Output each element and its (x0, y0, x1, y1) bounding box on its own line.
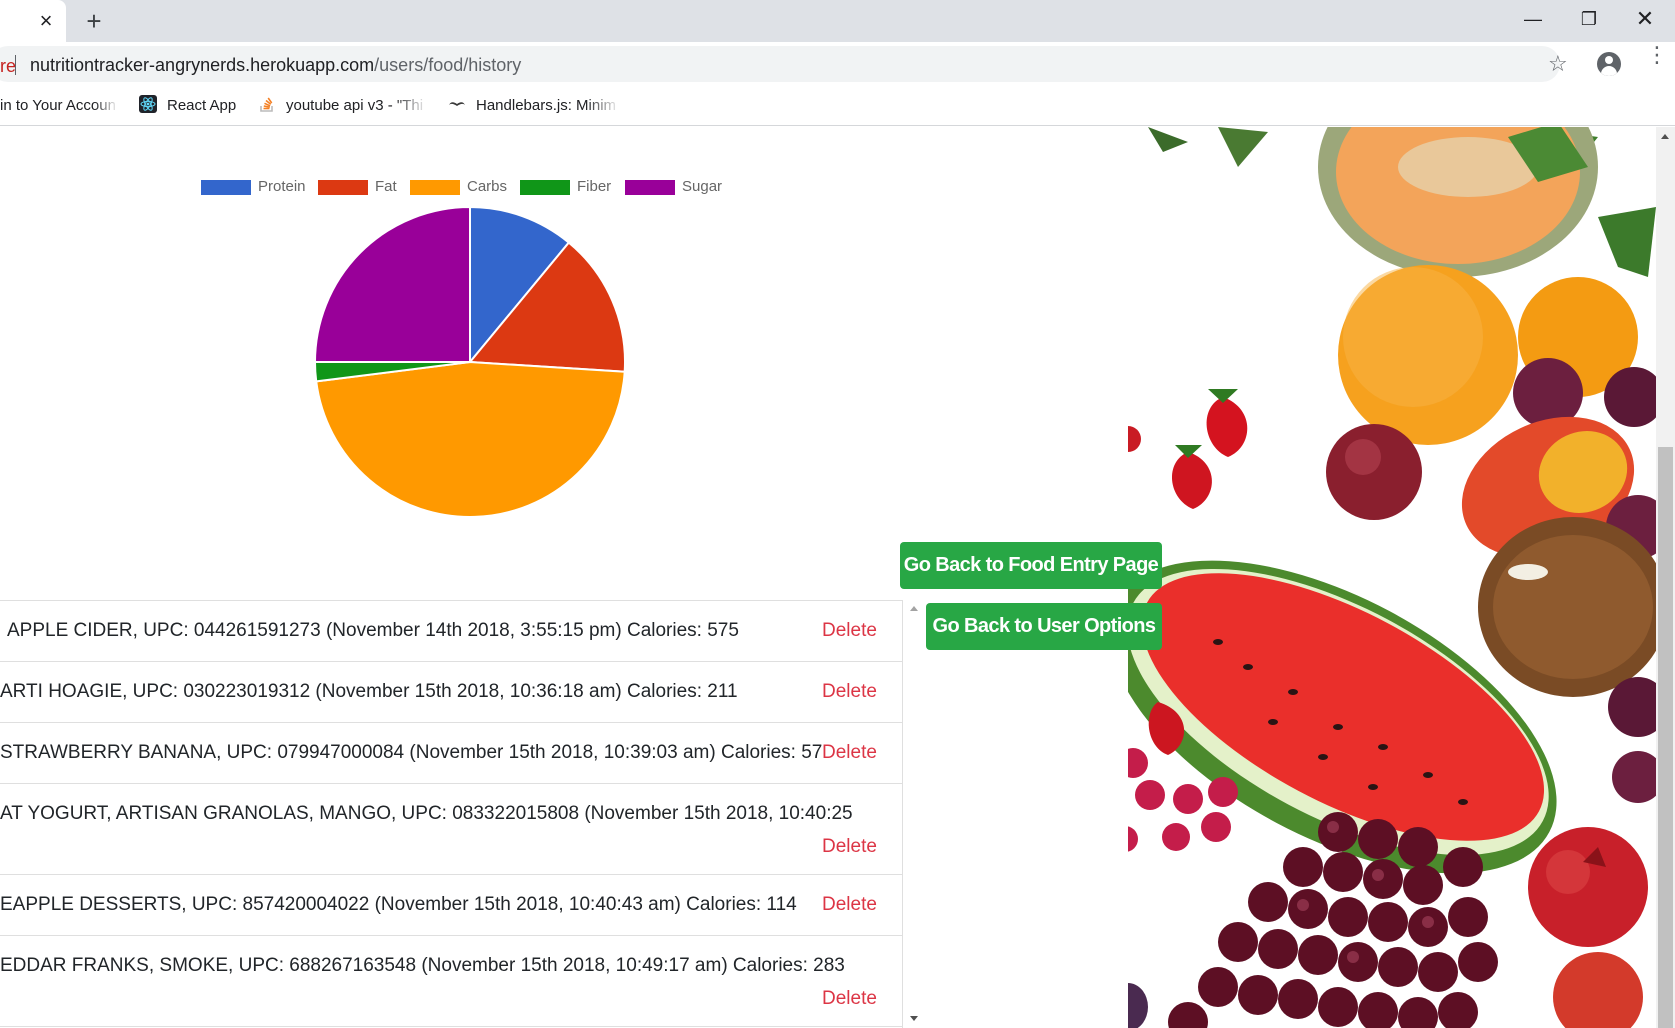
account-icon[interactable] (1597, 52, 1621, 76)
list-item: AT YOGURT, ARTISAN GRANOLAS, MANGO, UPC:… (0, 784, 902, 875)
food-entry-text: EAPPLE DESSERTS, UPC: 857420004022 (Nove… (0, 894, 797, 915)
bookmark-react-app[interactable]: React App (139, 95, 249, 117)
stackoverflow-icon (260, 97, 273, 112)
food-history-list[interactable]: APPLE CIDER, UPC: 044261591273 (November… (0, 600, 903, 1028)
browser-tab[interactable]: × (0, 0, 66, 42)
url-text[interactable]: nutritiontracker-angrynerds.herokuapp.co… (30, 55, 521, 76)
delete-link[interactable]: Delete (822, 988, 877, 1010)
bookmarks-bar: in to Your Accoun React App youtube api … (0, 87, 1675, 126)
delete-link[interactable]: Delete (822, 681, 877, 703)
food-history-panel: APPLE CIDER, UPC: 044261591273 (November… (0, 600, 925, 1028)
handlebars-icon (449, 102, 465, 106)
scroll-down-arrow-icon[interactable] (910, 1016, 918, 1021)
page-content: Protein Fat Carbs Fiber Sugar Go Back to… (0, 127, 1675, 1028)
scrollbar-thumb[interactable] (1658, 447, 1673, 1028)
bookmark-youtube-api[interactable]: youtube api v3 - "Thi (258, 95, 428, 117)
new-tab-icon[interactable]: + (81, 8, 107, 34)
tab-close-icon[interactable]: × (34, 9, 58, 33)
bookmark-label: React App (167, 97, 237, 114)
bookmark-label: in to Your Accoun (0, 97, 116, 114)
page-scrollbar[interactable] (1656, 127, 1675, 1028)
bookmark-star-icon[interactable]: ☆ (1548, 51, 1568, 77)
go-back-food-entry-button[interactable]: Go Back to Food Entry Page (900, 542, 1162, 589)
food-entry-text: APPLE CIDER, UPC: 044261591273 (November… (7, 620, 739, 641)
browser-tabstrip: × + — ❐ ✕ (0, 0, 1675, 42)
browser-menu-icon[interactable]: ⋮ (1646, 44, 1668, 66)
url-host: nutritiontracker-angrynerds.herokuapp.co… (30, 55, 375, 75)
list-item: STRAWBERRY BANANA, UPC: 079947000084 (No… (0, 723, 902, 784)
bookmark-label: Handlebars.js: Minim (476, 97, 617, 114)
delete-link[interactable]: Delete (822, 836, 877, 858)
url-divider (15, 55, 16, 75)
scroll-up-arrow-icon[interactable] (910, 606, 918, 611)
address-bar[interactable]: ure nutritiontracker-angrynerds.herokuap… (0, 46, 1560, 82)
nutrition-pie-chart (313, 205, 626, 518)
restore-icon[interactable]: ❐ (1566, 6, 1612, 32)
url-security-label[interactable]: ure (0, 56, 16, 77)
list-item: EDDAR FRANKS, SMOKE, UPC: 688267163548 (… (0, 936, 902, 1027)
react-icon (139, 95, 157, 113)
window-close-icon[interactable]: ✕ (1622, 6, 1668, 32)
scroll-up-arrow-icon[interactable] (1661, 134, 1669, 139)
url-path: /users/food/history (374, 55, 522, 75)
delete-link[interactable]: Delete (822, 742, 877, 764)
list-item: ARTI HOAGIE, UPC: 030223019312 (November… (0, 662, 902, 723)
list-item: APPLE CIDER, UPC: 044261591273 (November… (0, 601, 902, 662)
legend-label: Sugar (682, 178, 723, 195)
delete-link[interactable]: Delete (822, 894, 877, 916)
browser-toolbar: ure nutritiontracker-angrynerds.herokuap… (0, 42, 1675, 87)
go-back-user-options-button[interactable]: Go Back to User Options (926, 603, 1162, 650)
legend-swatch (201, 180, 251, 195)
bookmark-account[interactable]: in to Your Accoun (0, 95, 118, 117)
bookmark-label: youtube api v3 - "Thi (286, 97, 424, 114)
bookmark-handlebars[interactable]: Handlebars.js: Minim (448, 95, 620, 117)
food-entry-text: STRAWBERRY BANANA, UPC: 079947000084 (No… (0, 742, 823, 763)
food-entry-text: ARTI HOAGIE, UPC: 030223019312 (November… (0, 681, 738, 702)
pie-slice-sugar[interactable] (313, 205, 471, 363)
list-scrollbar[interactable] (903, 600, 925, 1028)
legend-label: Protein (258, 178, 306, 195)
food-entry-text: EDDAR FRANKS, SMOKE, UPC: 688267163548 (… (0, 955, 845, 976)
list-item: EAPPLE DESSERTS, UPC: 857420004022 (Nove… (0, 875, 902, 936)
delete-link[interactable]: Delete (822, 620, 877, 642)
fruit-background-image (1128, 127, 1656, 1028)
food-entry-text: AT YOGURT, ARTISAN GRANOLAS, MANGO, UPC:… (0, 803, 853, 824)
pie-slice-carbs[interactable] (315, 360, 626, 518)
minimize-icon[interactable]: — (1510, 6, 1556, 32)
